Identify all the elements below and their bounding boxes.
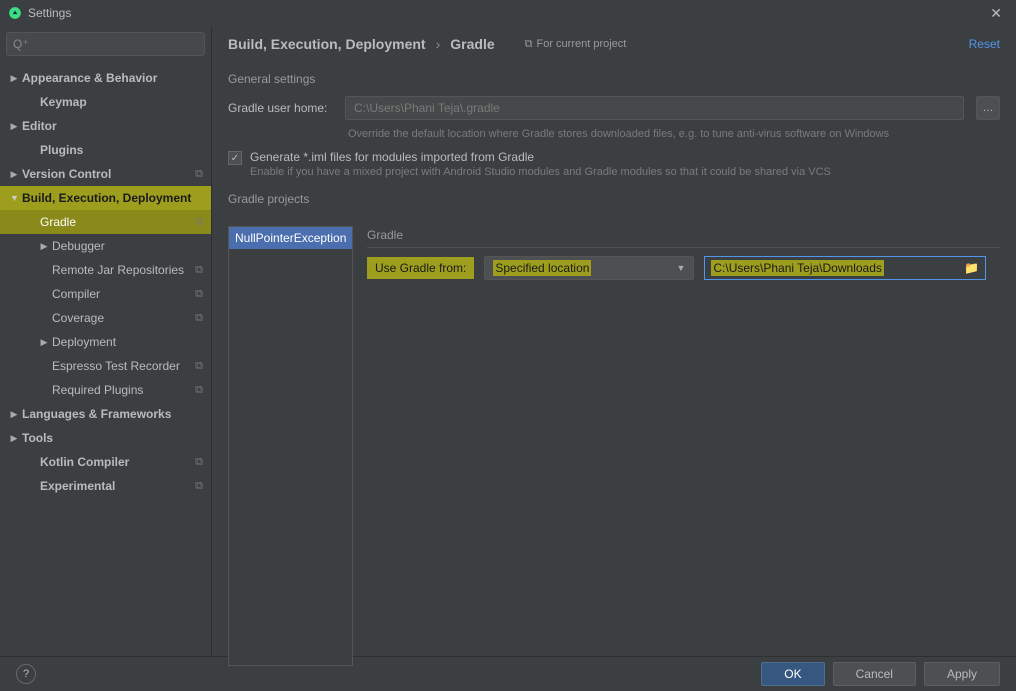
main-panel: Build, Execution, Deployment › Gradle ⧉ … [212,26,1016,656]
tree-languages[interactable]: ▶Languages & Frameworks [0,402,211,426]
generate-iml-desc: Enable if you have a mixed project with … [250,166,831,178]
generate-iml-label: Generate *.iml files for modules importe… [250,150,831,164]
project-scope-icon: ⧉ [195,216,203,229]
ok-button[interactable]: OK [761,662,824,686]
use-gradle-from-select[interactable]: Specified location ▼ [484,256,694,280]
breadcrumb-a[interactable]: Build, Execution, Deployment [228,36,426,52]
tree-appearance[interactable]: ▶Appearance & Behavior [0,66,211,90]
context-label: ⧉ For current project [525,38,627,51]
project-scope-icon: ⧉ [195,456,203,469]
tree-experimental[interactable]: ▶Experimental⧉ [0,474,211,498]
gradle-projects-list[interactable]: NullPointerException [228,226,353,666]
chevron-right-icon: › [436,36,441,52]
project-scope-icon: ⧉ [525,38,533,51]
tree-compiler[interactable]: ▶Compiler⧉ [0,282,211,306]
reset-link[interactable]: Reset [969,37,1000,51]
tree-espresso[interactable]: ▶Espresso Test Recorder⧉ [0,354,211,378]
tree-editor[interactable]: ▶Editor [0,114,211,138]
chevron-down-icon: ▼ [676,263,685,273]
tree-remote-jar[interactable]: ▶Remote Jar Repositories⧉ [0,258,211,282]
gradle-fieldset: Gradle [367,228,1000,248]
gradle-home-input[interactable]: C:\Users\Phani Teja\.gradle [345,96,964,120]
help-button[interactable]: ? [16,664,36,684]
titlebar: Settings ✕ [0,0,1016,26]
search-input[interactable]: Q⁺ [6,32,205,56]
breadcrumb: Build, Execution, Deployment › Gradle [228,36,495,52]
project-scope-icon: ⧉ [195,168,203,181]
project-scope-icon: ⧉ [195,480,203,493]
breadcrumb-b: Gradle [450,36,494,52]
tree-deployment[interactable]: ▶Deployment [0,330,211,354]
project-scope-icon: ⧉ [195,360,203,373]
gradle-home-label: Gradle user home: [228,101,333,115]
tree-debugger[interactable]: ▶Debugger [0,234,211,258]
tree-required-plugins[interactable]: ▶Required Plugins⧉ [0,378,211,402]
folder-icon[interactable]: 📁 [964,261,979,275]
cancel-button[interactable]: Cancel [833,662,916,686]
settings-tree: ▶Appearance & Behavior ▶Keymap ▶Editor ▶… [0,62,211,656]
tree-coverage[interactable]: ▶Coverage⧉ [0,306,211,330]
project-scope-icon: ⧉ [195,312,203,325]
generate-iml-checkbox[interactable]: ✓ [228,151,242,165]
use-gradle-from-label: Use Gradle from: [367,257,474,279]
project-scope-icon: ⧉ [195,264,203,277]
gradle-location-input[interactable]: C:\Users\Phani Teja\Downloads 📁 [704,256,986,280]
browse-home-button[interactable]: … [976,96,1000,120]
close-icon[interactable]: ✕ [984,3,1008,24]
tree-tools[interactable]: ▶Tools [0,426,211,450]
android-studio-icon [8,6,22,20]
sidebar: Q⁺ ▶Appearance & Behavior ▶Keymap ▶Edito… [0,26,212,656]
tree-plugins[interactable]: ▶Plugins [0,138,211,162]
project-scope-icon: ⧉ [195,384,203,397]
tree-build[interactable]: ▼Build, Execution, Deployment [0,186,211,210]
gradle-projects-header: Gradle projects [228,192,1000,206]
tree-gradle[interactable]: Gradle⧉ [0,210,211,234]
project-scope-icon: ⧉ [195,288,203,301]
tree-kotlin-compiler[interactable]: ▶Kotlin Compiler⧉ [0,450,211,474]
project-item[interactable]: NullPointerException [229,227,352,249]
window-title: Settings [28,6,71,20]
tree-keymap[interactable]: ▶Keymap [0,90,211,114]
general-settings-header: General settings [228,72,1000,86]
search-icon: Q⁺ [13,37,29,51]
gradle-home-desc: Override the default location where Grad… [348,128,1000,140]
tree-version-control[interactable]: ▶Version Control⧉ [0,162,211,186]
apply-button[interactable]: Apply [924,662,1000,686]
